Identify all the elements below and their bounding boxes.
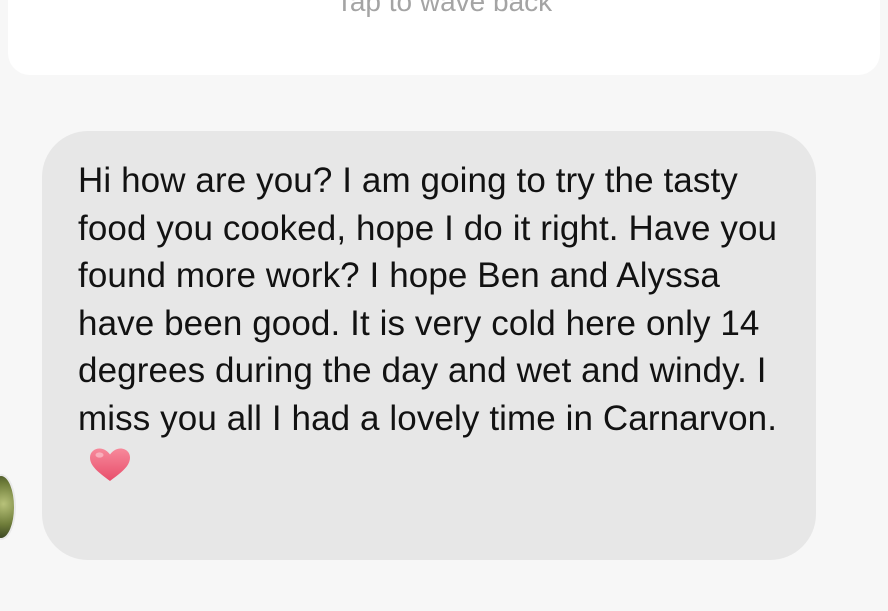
message-bubble[interactable]: Hi how are you? I am going to try the ta… bbox=[42, 131, 816, 560]
wave-back-link[interactable]: Tap to wave back bbox=[8, 0, 880, 20]
wave-prompt-card[interactable]: Tap to wave back bbox=[8, 0, 880, 75]
avatar[interactable] bbox=[0, 474, 16, 540]
heart-icon bbox=[90, 448, 130, 481]
message-text: Hi how are you? I am going to try the ta… bbox=[78, 161, 778, 438]
message-body: Hi how are you? I am going to try the ta… bbox=[78, 157, 786, 490]
